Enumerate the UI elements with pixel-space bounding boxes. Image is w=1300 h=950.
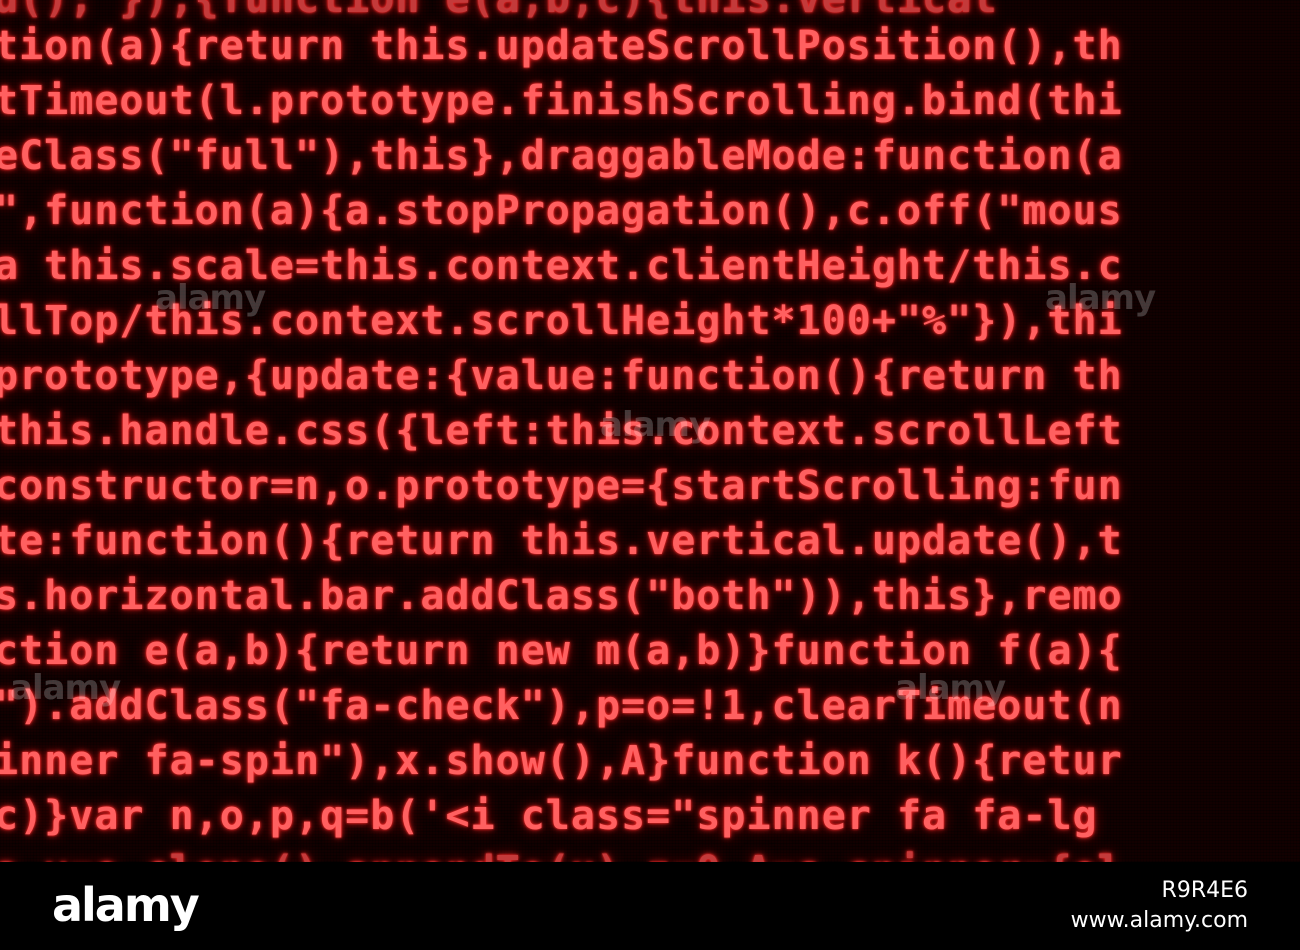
code-line: ",function(a){a.stopPropagation(),c.off(…	[0, 188, 1123, 234]
code-line: c)}var n,o,p,q=b('<i class="spinner fa f…	[0, 793, 1098, 839]
code-line: a v=e.clone().appendTo(x),z=0,A=s.spinne…	[0, 844, 1123, 862]
stock-footer: alamy R9R4E6 www.alamy.com	[0, 862, 1300, 950]
code-line: prototype,{update:{value:function(){retu…	[0, 353, 1123, 399]
code-line: tion(a){return this.updateScrollPosition…	[0, 23, 1123, 69]
code-line: this.handle.css({left:this.context.scrol…	[0, 408, 1123, 454]
code-line: constructor=n,o.prototype={startScrollin…	[0, 463, 1123, 509]
code-line: te:function(){return this.vertical.updat…	[0, 518, 1123, 564]
code-line: eClass("full"),this},draggableMode:funct…	[0, 133, 1123, 179]
code-line: s.horizontal.bar.addClass("both")),this}…	[0, 573, 1123, 619]
code-screen: d(); }),{function e(a,b,c){this.vertical…	[0, 0, 1300, 862]
watermark: alamy	[155, 278, 266, 318]
site-url: www.alamy.com	[1070, 908, 1248, 933]
image-id: R9R4E6	[1161, 878, 1248, 903]
watermark: alamy	[10, 668, 121, 708]
watermark: alamy	[1045, 278, 1156, 318]
watermark: alamy	[600, 405, 711, 445]
watermark: alamy	[895, 668, 1006, 708]
code-line: tTimeout(l.prototype.finishScrolling.bin…	[0, 78, 1123, 124]
brand-logo: alamy	[52, 878, 200, 932]
code-line: inner fa-spin"),x.show(),A}function k(){…	[0, 738, 1123, 784]
